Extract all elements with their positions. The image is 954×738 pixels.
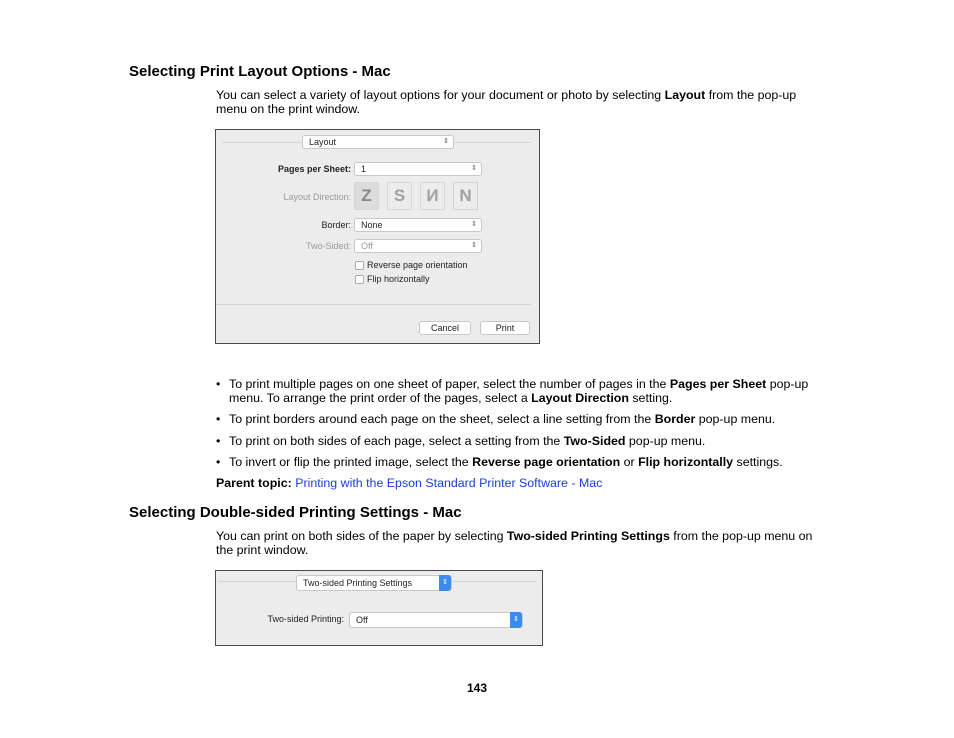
bullet-text: To print multiple pages on one sheet of … <box>229 377 670 391</box>
bold-term: Flip horizontally <box>638 455 734 469</box>
flip-horizontally-label: Flip horizontally <box>367 274 430 284</box>
bold-term: Two-Sided <box>563 434 626 448</box>
panel-popup-value: Layout <box>309 137 337 147</box>
two-sided-value: Off <box>361 241 373 251</box>
panel-popup[interactable]: Two-sided Printing Settings ⇕ <box>296 575 452 591</box>
separator <box>218 581 296 582</box>
intro-text: You can select a variety of layout optio… <box>216 88 665 102</box>
panel-popup-value: Two-sided Printing Settings <box>303 578 413 588</box>
bold-term: Pages per Sheet <box>669 377 767 391</box>
updown-chevron-icon: ⇕ <box>510 612 522 628</box>
parent-topic-link[interactable]: Printing with the Epson Standard Printer… <box>295 476 602 490</box>
updown-chevron-icon: ⇕ <box>471 221 477 228</box>
border-value: None <box>361 220 383 230</box>
print-button[interactable]: Print <box>480 321 530 335</box>
cancel-button[interactable]: Cancel <box>419 321 471 335</box>
bullet-text: settings. <box>733 455 783 469</box>
pages-per-sheet-value: 1 <box>361 164 367 174</box>
parent-topic: Parent topic: Printing with the Epson St… <box>216 476 826 490</box>
separator <box>446 142 531 143</box>
intro-bold: Two-sided Printing Settings <box>506 529 670 543</box>
section-heading-layout: Selecting Print Layout Options - Mac <box>129 63 391 80</box>
border-popup[interactable]: None ⇕ <box>354 218 482 232</box>
intro-text: You can print on both sides of the paper… <box>216 529 507 543</box>
intro-bold: Layout <box>664 88 706 102</box>
two-sided-printing-popup[interactable]: Off ⇕ <box>349 612 523 628</box>
layout-direction-reverse-n-icon[interactable]: И <box>420 182 445 210</box>
pages-per-sheet-label: Pages per Sheet: <box>277 164 351 174</box>
layout-direction-z-icon[interactable]: Z <box>354 182 379 210</box>
updown-chevron-icon: ⇕ <box>471 242 477 249</box>
flip-horizontally-checkbox[interactable] <box>355 275 364 284</box>
bullet-text: To print on both sides of each page, sel… <box>229 434 564 448</box>
border-label: Border: <box>321 220 351 230</box>
bullet-item: • To print multiple pages on one sheet of… <box>216 377 809 405</box>
separator <box>216 304 531 305</box>
reverse-orientation-checkbox[interactable] <box>355 261 364 270</box>
section-heading-double-sided: Selecting Double-sided Printing Settings… <box>129 504 462 521</box>
updown-chevron-icon: ⇕ <box>439 575 451 591</box>
layout-dialog-screenshot: Layout ⇕ Pages per Sheet: 1 ⇕ Layout Direc… <box>215 129 540 344</box>
two-sided-popup[interactable]: Off ⇕ <box>354 239 482 253</box>
updown-chevron-icon: ⇕ <box>443 138 449 145</box>
separator <box>452 581 537 582</box>
bullet-text: pop-up menu. <box>695 412 776 426</box>
layout-direction-s-icon[interactable]: S <box>387 182 412 210</box>
page-number: 143 <box>466 681 488 695</box>
two-sided-printing-value: Off <box>356 615 368 625</box>
reverse-orientation-label: Reverse page orientation <box>367 260 468 270</box>
separator <box>222 142 302 143</box>
bullet-text: To print borders around each page on the… <box>229 412 655 426</box>
pages-per-sheet-popup[interactable]: 1 ⇕ <box>354 162 482 176</box>
bold-term: Reverse page orientation <box>472 455 621 469</box>
layout-direction-label: Layout Direction: <box>283 192 351 202</box>
bullet-text: pop-up menu. <box>625 434 706 448</box>
bullet-text: or <box>620 455 639 469</box>
bullet-text: To invert or flip the printed image, sel… <box>229 455 473 469</box>
two-sided-printing-label: Two-sided Printing: <box>267 614 344 624</box>
parent-topic-label: Parent topic: <box>216 476 292 490</box>
panel-popup[interactable]: Layout ⇕ <box>302 135 454 149</box>
bullet-text: setting. <box>628 391 673 405</box>
bold-term: Layout Direction <box>531 391 629 405</box>
two-sided-label: Two-Sided: <box>305 241 351 251</box>
layout-direction-n-icon[interactable]: N <box>453 182 478 210</box>
double-sided-intro: You can print on both sides of the paper… <box>216 529 826 557</box>
bold-term: Border <box>654 412 696 426</box>
layout-intro: You can select a variety of layout optio… <box>216 88 826 116</box>
double-sided-dialog-screenshot: Two-sided Printing Settings ⇕ Two-sided P… <box>215 570 543 646</box>
updown-chevron-icon: ⇕ <box>471 165 477 172</box>
